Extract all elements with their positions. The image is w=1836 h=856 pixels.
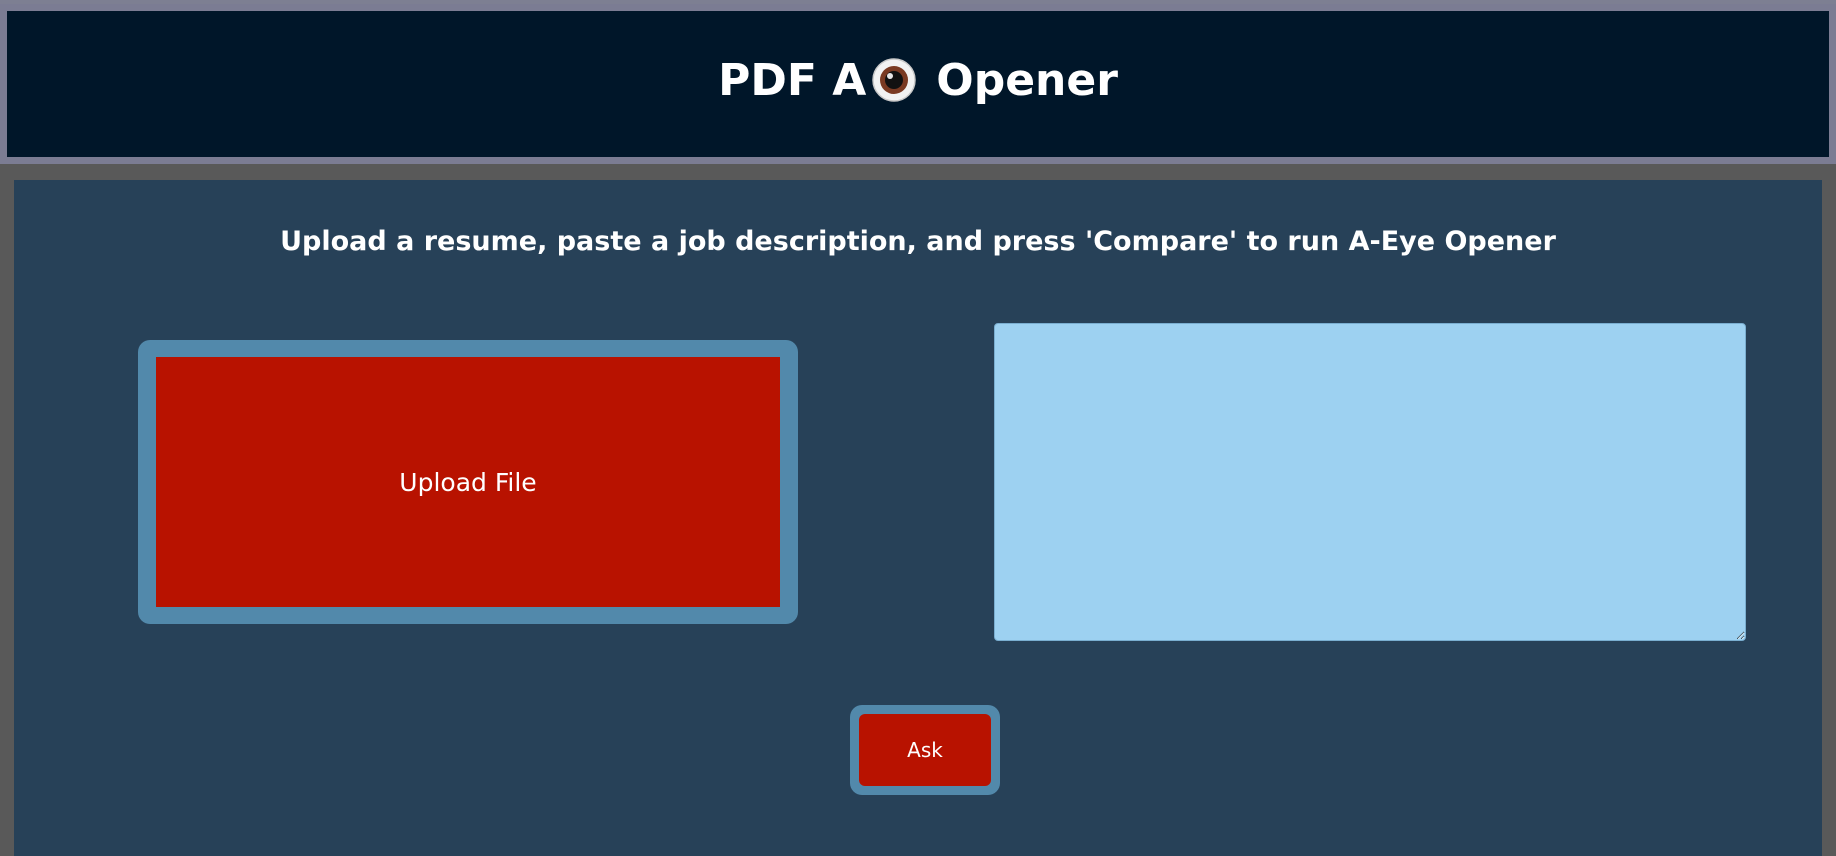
instructions-text: Upload a resume, paste a job description… [280, 226, 1556, 257]
upload-file-label: Upload File [399, 467, 537, 497]
title-left: PDF A [718, 54, 867, 106]
ask-button[interactable]: Ask [859, 714, 991, 786]
ask-label: Ask [907, 738, 943, 762]
app-title: PDF A Opener [718, 55, 1118, 106]
app-header: PDF A Opener [0, 4, 1836, 164]
main-panel: Upload a resume, paste a job description… [14, 180, 1822, 856]
ask-frame: Ask [850, 705, 1000, 795]
upload-frame: Upload File [138, 340, 798, 624]
title-right: Opener [936, 54, 1118, 106]
upload-file-button[interactable]: Upload File [156, 357, 780, 607]
job-description-textarea[interactable] [994, 323, 1746, 641]
eye-icon [872, 58, 917, 102]
